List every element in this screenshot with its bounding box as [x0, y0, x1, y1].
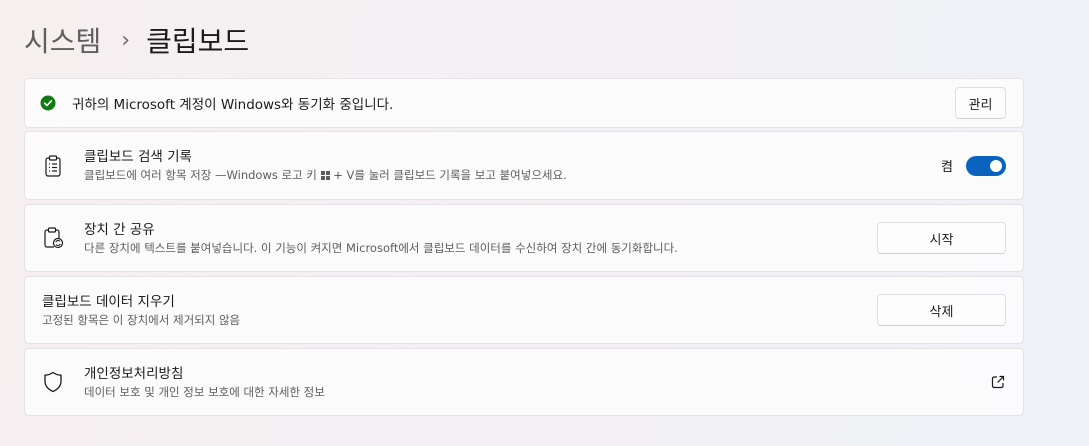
breadcrumb: 시스템 › 클립보드: [24, 20, 249, 60]
open-external-icon[interactable]: [990, 374, 1006, 390]
share-texts: 장치 간 공유 다른 장치에 텍스트를 붙여넣습니다. 이 기능이 켜지면 Mi…: [84, 221, 678, 256]
share-description: 다른 장치에 텍스트를 붙여넣습니다. 이 기능이 켜지면 Microsoft에…: [84, 240, 678, 255]
breadcrumb-parent[interactable]: 시스템: [24, 20, 101, 60]
clear-title: 클립보드 데이터 지우기: [42, 293, 175, 310]
manage-button[interactable]: 관리: [955, 87, 1006, 119]
toggle-state-label: 켬: [941, 160, 953, 175]
history-description: 클립보드에 여러 항목 저장 —Windows 로고 키 + V를 눌러 클립보…: [84, 167, 567, 184]
clear-description: 고정된 항목은 이 장치에서 제거되지 않음: [42, 312, 241, 327]
clipboard-history-card: 클립보드 검색 기록 클립보드에 여러 항목 저장 —Windows 로고 키 …: [24, 131, 1024, 200]
history-title: 클립보드 검색 기록: [84, 148, 192, 165]
privacy-description: 데이터 보호 및 개인 정보 보호에 대한 자세한 정보: [84, 384, 325, 399]
sync-status-card: 귀하의 Microsoft 계정이 Windows와 동기화 중입니다. 관리: [24, 78, 1024, 128]
clipboard-list-icon: [41, 154, 65, 178]
clipboard-sync-icon: [41, 226, 65, 250]
shield-icon: [41, 370, 65, 394]
history-desc-part2: + V를 눌러 클립보드 기록을 보고 붙여넣으세요.: [329, 167, 567, 182]
clear-button[interactable]: 삭제: [877, 294, 1006, 326]
breadcrumb-separator: ›: [121, 27, 131, 53]
history-toggle[interactable]: [966, 155, 1006, 176]
clear-texts: 클립보드 데이터 지우기 고정된 항목은 이 장치에서 제거되지 않음: [42, 293, 240, 328]
history-desc-part1: 클립보드에 여러 항목 저장 —Windows 로고 키: [84, 167, 321, 182]
share-title: 장치 간 공유: [84, 221, 155, 238]
toggle-knob: [990, 159, 1002, 172]
history-toggle-group: 켬: [941, 155, 1006, 176]
share-across-devices-card: 장치 간 공유 다른 장치에 텍스트를 붙여넣습니다. 이 기능이 켜지면 Mi…: [24, 204, 1024, 272]
privacy-title: 개인정보처리방침: [84, 365, 184, 382]
privacy-texts: 개인정보처리방침 데이터 보호 및 개인 정보 보호에 대한 자세한 정보: [84, 365, 325, 400]
sync-status-text: 귀하의 Microsoft 계정이 Windows와 동기화 중입니다.: [72, 97, 394, 113]
check-circle-icon: [39, 94, 57, 112]
start-button[interactable]: 시작: [877, 222, 1006, 254]
history-texts: 클립보드 검색 기록 클립보드에 여러 항목 저장 —Windows 로고 키 …: [84, 148, 567, 184]
privacy-link-card[interactable]: 개인정보처리방침 데이터 보호 및 개인 정보 보호에 대한 자세한 정보: [24, 348, 1024, 416]
page-title: 클립보드: [146, 25, 250, 58]
windows-logo-icon: [320, 168, 330, 184]
clear-clipboard-card: 클립보드 데이터 지우기 고정된 항목은 이 장치에서 제거되지 않음 삭제: [24, 276, 1024, 344]
